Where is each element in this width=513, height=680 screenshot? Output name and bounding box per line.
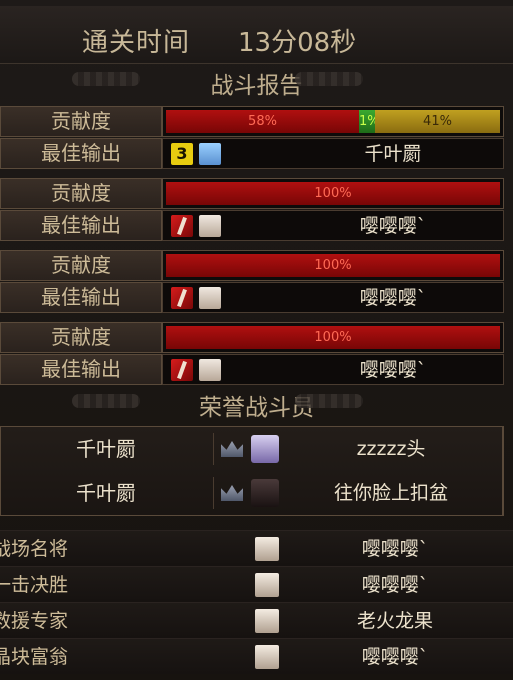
contribution-percent: 100% [314,186,352,201]
contribution-segment: 41% [375,110,500,133]
best-output-row: 最佳输出 嘤嘤嘤` [0,354,513,386]
contribution-bar: 100% [162,322,504,353]
honor-members-box: 千叶罽 zzzzz头 千叶罽 往你脸上扣盆 [0,426,504,516]
contribution-bar: 100% [162,250,504,281]
honor-row: 千叶罽 往你脸上扣盆 [1,471,505,515]
title-row: 一击决胜 嘤嘤嘤` [0,566,513,602]
avatar-icon [255,609,279,633]
avatar-icon [251,479,279,507]
ornament-right-icon [295,72,363,86]
divider [213,477,214,509]
avatar-icon [255,573,279,597]
divider [213,433,214,465]
contribution-row: 贡献度 100% [0,322,513,354]
blue-avatar-icon [199,143,221,165]
contribution-row: 贡献度 100% [0,178,513,210]
title-name: 战场名将 [0,538,69,560]
slash-icon [171,359,193,381]
best-output-name: 嘤嘤嘤` [359,215,427,237]
title-row: 救援专家 老火龙果 [0,602,513,638]
title-row: 战场名将 嘤嘤嘤` [0,530,513,566]
report-block: 贡献度 100% 最佳输出 嘤嘤嘤` [0,178,513,244]
best-output-name: 千叶罽 [364,143,422,165]
slash-icon [171,287,193,309]
contribution-percent: 100% [314,258,352,273]
clear-time-bar: 通关时间 13分08秒 [0,6,513,64]
honor-left-name: 千叶罽 [76,481,136,505]
contribution-label: 贡献度 [0,322,162,353]
best-output-row: 最佳输出 嘤嘤嘤` [0,210,513,242]
contribution-label: 贡献度 [0,106,162,137]
clear-time-label: 通关时间 [82,28,191,58]
white-avatar-icon [199,215,221,237]
avatar-icon [255,645,279,669]
contribution-segment: 58% [166,110,359,133]
white-avatar-icon [199,359,221,381]
contribution-percent: 100% [314,330,352,345]
best-output-label: 最佳输出 [0,354,162,385]
best-output-name: 嘤嘤嘤` [359,287,427,309]
contribution-row: 贡献度 100% [0,250,513,282]
title-player: 嘤嘤嘤` [361,538,429,560]
contribution-segment: 1% [359,110,380,133]
title-name: 一击决胜 [0,574,69,596]
contribution-bar: 58% 1% 41% [162,106,504,137]
report-block: 贡献度 100% 最佳输出 嘤嘤嘤` [0,322,513,388]
honor-header: 荣誉战斗员 [0,386,513,421]
report-block: 贡献度 100% 最佳输出 嘤嘤嘤` [0,250,513,316]
contribution-segment: 100% [166,326,500,349]
battle-report-header: 战斗报告 [0,64,513,99]
contribution-bar: 100% [162,178,504,209]
contribution-segment: 100% [166,254,500,277]
white-avatar-icon [199,287,221,309]
contribution-segment: 100% [166,182,500,205]
honor-row: 千叶罽 zzzzz头 [1,427,505,471]
best-output-label: 最佳输出 [0,138,162,169]
title-player: 老火龙果 [356,610,433,632]
contribution-percent: 41% [423,114,452,129]
crown-icon [221,441,243,457]
contribution-percent: 58% [248,114,277,129]
avatar-icon [251,435,279,463]
contribution-label: 贡献度 [0,178,162,209]
best-output-label: 最佳输出 [0,210,162,241]
ornament-right-icon [295,394,363,408]
best-output-frame: 3 千叶罽 [162,138,504,169]
honor-right-name: 往你脸上扣盆 [333,482,448,504]
best-output-label: 最佳输出 [0,282,162,313]
contribution-row: 贡献度 58% 1% 41% [0,106,513,138]
battle-report-title: 战斗报告 [210,73,303,99]
title-player: 嘤嘤嘤` [361,646,429,668]
best-output-frame: 嘤嘤嘤` [162,354,504,385]
title-name: 晶块富翁 [0,646,69,668]
best-output-name: 嘤嘤嘤` [359,359,427,381]
avatar-icon [255,537,279,561]
title-row: 晶块富翁 嘤嘤嘤` [0,638,513,674]
honor-title: 荣誉战斗员 [199,395,314,421]
honor-left-name: 千叶罽 [76,437,136,461]
contribution-label: 贡献度 [0,250,162,281]
three-icon: 3 [171,143,193,165]
report-block: 贡献度 58% 1% 41% 最佳输出 3 千叶罽 [0,106,513,172]
title-player: 嘤嘤嘤` [361,574,429,596]
honor-right-name: zzzzz头 [356,438,426,460]
crown-icon [221,485,243,501]
best-output-row: 最佳输出 嘤嘤嘤` [0,282,513,314]
battle-result-panel: 通关时间 13分08秒 战斗报告 贡献度 58% 1% 41% 最佳输出 3 千… [0,0,513,680]
best-output-frame: 嘤嘤嘤` [162,210,504,241]
best-output-frame: 嘤嘤嘤` [162,282,504,313]
slash-icon [171,215,193,237]
title-name: 救援专家 [0,610,69,632]
best-output-row: 最佳输出 3 千叶罽 [0,138,513,170]
clear-time-value: 13分08秒 [238,28,357,58]
